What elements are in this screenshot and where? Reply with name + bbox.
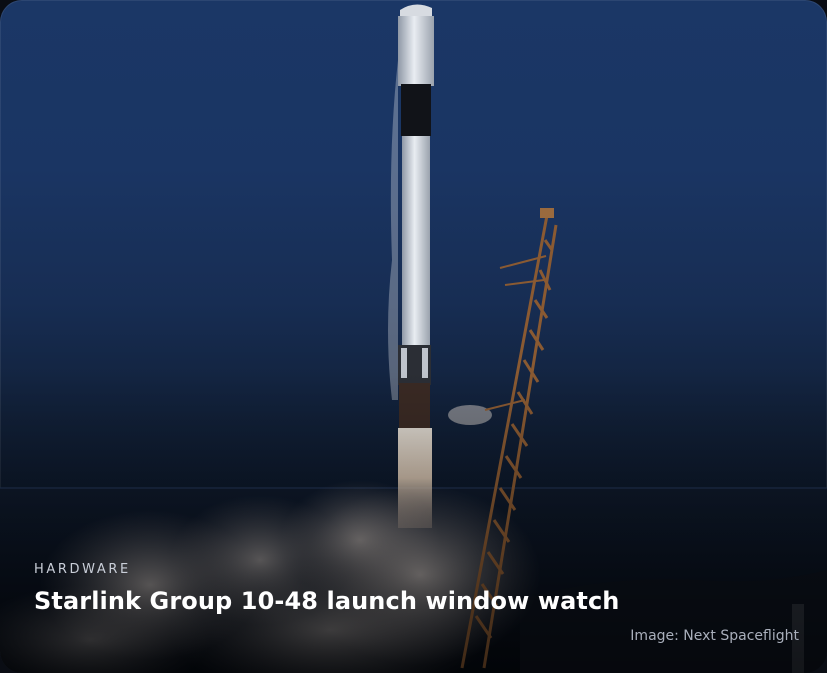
tower-top (540, 208, 554, 218)
exhaust-plume (398, 428, 432, 528)
exhaust-smoke (0, 405, 540, 673)
card-caption: HARDWARE Starlink Group 10-48 launch win… (34, 562, 794, 616)
news-card[interactable]: HARDWARE Starlink Group 10-48 launch win… (0, 0, 827, 673)
article-title[interactable]: Starlink Group 10-48 launch window watch (34, 586, 794, 616)
rocket (398, 4, 434, 428)
image-credit: Image: Next Spaceflight (630, 628, 799, 644)
category-label[interactable]: HARDWARE (34, 562, 794, 578)
